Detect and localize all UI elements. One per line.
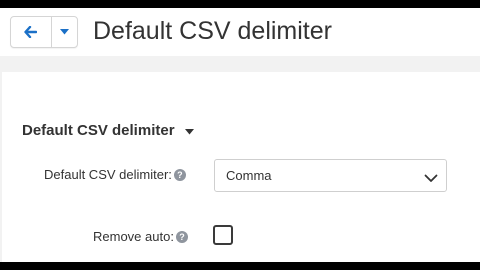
back-button[interactable] <box>11 17 49 47</box>
history-menu-button[interactable] <box>52 17 77 47</box>
section-heading-label: Default CSV delimiter <box>22 122 175 139</box>
delimiter-field-label: Default CSV delimiter:? <box>44 165 186 185</box>
caret-down-icon <box>184 121 194 141</box>
remove-auto-field-label: Remove auto:? <box>93 227 188 247</box>
remove-auto-checkbox[interactable] <box>213 225 233 245</box>
chevron-down-icon <box>424 170 438 188</box>
section-heading[interactable]: Default CSV delimiter <box>22 121 194 141</box>
app-window: Default CSV delimiter Default CSV delimi… <box>0 8 480 262</box>
page-header: Default CSV delimiter <box>0 8 480 56</box>
delimiter-select[interactable]: Comma <box>214 159 447 192</box>
arrow-left-icon <box>24 26 37 38</box>
help-icon[interactable]: ? <box>175 230 188 243</box>
help-icon[interactable]: ? <box>173 168 186 181</box>
page-title: Default CSV delimiter <box>93 17 332 45</box>
delimiter-selected-value: Comma <box>226 168 272 183</box>
navigation-button-group <box>10 16 78 48</box>
caret-down-icon <box>60 29 69 35</box>
remove-auto-label-text: Remove auto: <box>93 229 174 244</box>
settings-panel: Default CSV delimiter Default CSV delimi… <box>2 72 480 262</box>
delimiter-label-text: Default CSV delimiter: <box>44 167 172 182</box>
